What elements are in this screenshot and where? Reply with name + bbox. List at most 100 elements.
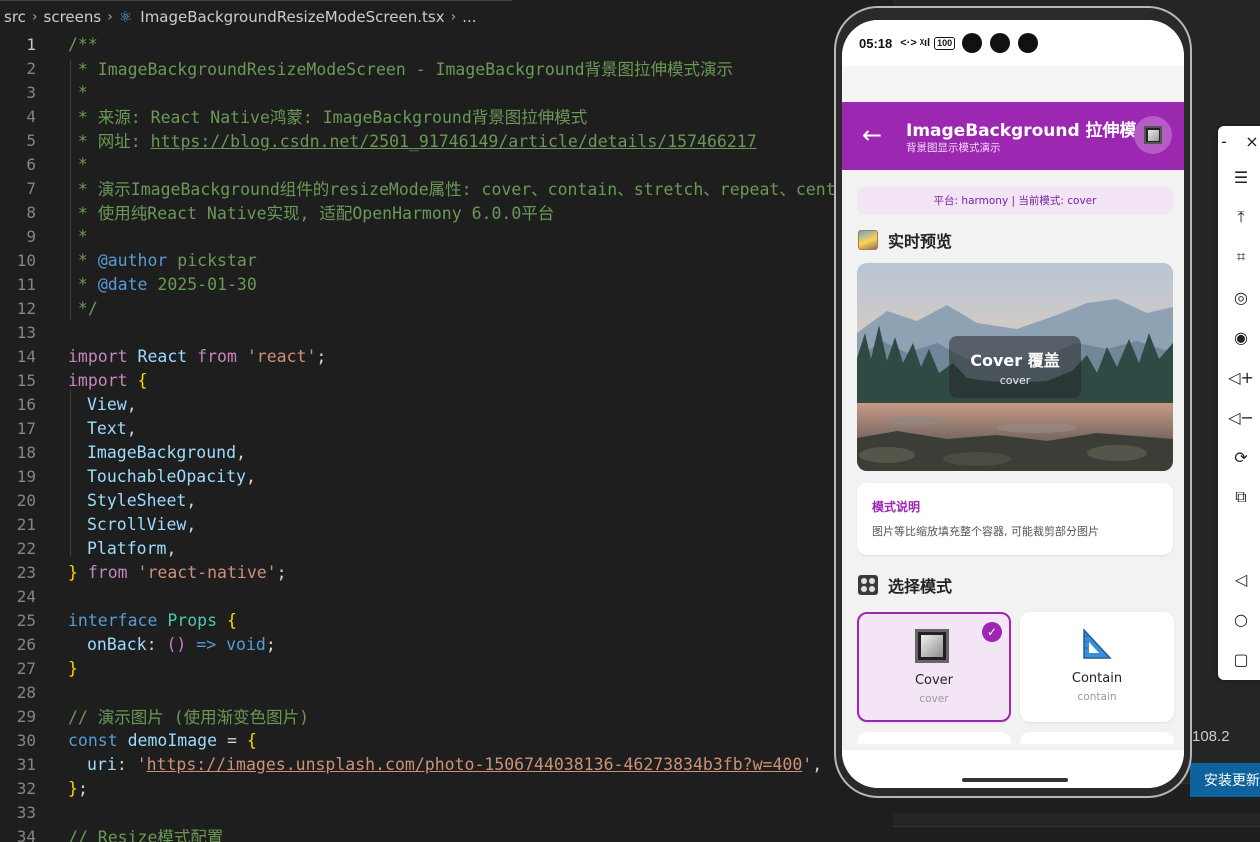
comment-link[interactable]: https://blog.csdn.net/2501_91746149/arti… xyxy=(151,132,757,151)
react-file-icon: ⚛ xyxy=(118,8,133,26)
status-bar: 05:18 <·> ᵡıl 100 xyxy=(842,20,1184,66)
triangular-ruler-icon xyxy=(1083,628,1112,659)
check-icon: ✓ xyxy=(982,622,1002,642)
code-line: 12 */ xyxy=(0,296,840,320)
code-line: 4 * 来源: React Native鸿蒙: ImageBackground背… xyxy=(0,104,840,128)
line-number: 20 xyxy=(16,490,36,510)
pin-top-icon[interactable]: ⤒ xyxy=(1218,202,1260,232)
code-line: 25 interface Props { xyxy=(0,608,840,632)
mode-card-cover[interactable]: ✓ Cover cover xyxy=(857,612,1011,722)
home-indicator[interactable] xyxy=(962,778,1068,782)
code-line: 31 uri: 'https://images.unsplash.com/phot… xyxy=(0,752,840,776)
code-line: 9 * xyxy=(0,224,840,248)
code-line: 11 * @date 2025-01-30 xyxy=(0,272,840,296)
line-number: 14 xyxy=(16,346,36,366)
line-number: 29 xyxy=(16,706,36,726)
close-button[interactable]: × xyxy=(1240,126,1260,156)
arrow: => xyxy=(186,634,227,654)
install-update-button[interactable]: 安装更新 xyxy=(1190,763,1260,797)
preview-section-title: 实时预览 xyxy=(888,232,953,251)
code-line: 34 // Resize模式配置 xyxy=(0,824,840,842)
punct: : xyxy=(116,754,137,774)
volume-up-icon[interactable]: ◁+ xyxy=(1218,362,1260,392)
line-number: 26 xyxy=(16,634,36,654)
string: 'react' xyxy=(236,346,317,366)
chevron-right-icon: › xyxy=(31,9,38,25)
identifier: ScrollView xyxy=(87,514,187,534)
brace: } xyxy=(68,778,78,798)
phone-screen[interactable]: 05:18 <·> ᵡıl 100 ← ImageBackground 拉伸模式… xyxy=(842,20,1184,788)
safe-area-strip xyxy=(842,66,1184,102)
code-line: 21 ScrollView, xyxy=(0,512,840,536)
punct: , xyxy=(236,442,246,462)
recent-apps-icon[interactable]: ▢ xyxy=(1218,644,1260,674)
string: ' xyxy=(802,754,813,774)
punct: , xyxy=(126,418,137,438)
screenshot-icon[interactable]: ⧉ xyxy=(1218,482,1260,512)
menu-icon[interactable]: ☰ xyxy=(1218,162,1260,192)
location-icon[interactable]: ◎ xyxy=(1218,282,1260,312)
breadcrumb-file[interactable]: ImageBackgroundResizeModeScreen.tsx xyxy=(140,8,444,26)
punct: : xyxy=(146,634,167,654)
header-badge xyxy=(1134,116,1172,154)
line-text: * xyxy=(68,154,88,174)
volume-down-icon[interactable]: ◁− xyxy=(1218,402,1260,432)
line-number: 10 xyxy=(16,250,36,270)
home-nav-icon[interactable]: ○ xyxy=(1218,604,1260,634)
line-number: 31 xyxy=(16,754,36,774)
code-line: 3 * xyxy=(0,80,840,104)
code-line: 15 import { xyxy=(0,368,840,392)
mode-card-peek[interactable] xyxy=(857,732,1011,744)
identifier: Text xyxy=(87,418,127,438)
code-line: 20 StyleSheet, xyxy=(0,488,840,512)
line-number: 27 xyxy=(16,658,36,678)
line-number: 6 xyxy=(26,154,36,174)
mode-value: contain xyxy=(1077,691,1117,703)
string: ' xyxy=(136,754,147,774)
line-number: 24 xyxy=(16,586,36,606)
code-line: 1 /** xyxy=(0,32,840,56)
breadcrumb-symbol[interactable]: ... xyxy=(462,8,476,26)
line-number: 1 xyxy=(26,34,36,54)
code-line: 26 onBack: () => void; xyxy=(0,632,840,656)
line-number: 30 xyxy=(16,730,36,750)
keyword: import xyxy=(68,346,128,366)
line-number: 19 xyxy=(16,466,36,486)
emulator-toolbar: - × ☰ ⤒ ⌗ ◎ ◉ ◁+ ◁− ⟳ ⧉ ◁ ○ ▢ xyxy=(1218,126,1260,680)
line-number: 25 xyxy=(16,610,36,630)
string-link[interactable]: https://images.unsplash.com/photo-150674… xyxy=(147,755,803,774)
breadcrumb-src[interactable]: src xyxy=(4,8,26,26)
chevron-right-icon: › xyxy=(450,9,457,25)
status-time: 05:18 xyxy=(859,35,893,51)
line-number: 21 xyxy=(16,514,36,534)
rotate-icon[interactable]: ⟳ xyxy=(1218,442,1260,472)
mode-card-contain[interactable]: Contain contain xyxy=(1020,612,1174,722)
code-line: 22 Platform, xyxy=(0,536,840,560)
code-editor[interactable]: 1 /** 2 * ImageBackgroundResizeModeScreen… xyxy=(0,32,840,842)
overlay-subtitle: cover xyxy=(999,374,1031,387)
breadcrumb-screens[interactable]: screens xyxy=(44,8,102,26)
preview-overlay: Cover 覆盖 cover xyxy=(949,336,1081,398)
minimize-button[interactable]: - xyxy=(1212,126,1236,156)
code-line: 8 * 使用纯React Native实现, 适配OpenHarmony 6.0… xyxy=(0,200,840,224)
line-text: * xyxy=(68,226,88,246)
code-line: 13 xyxy=(0,320,840,344)
identifier: Platform xyxy=(87,538,167,558)
code-line: 7 * 演示ImageBackground组件的resizeMode属性: co… xyxy=(0,176,840,200)
identifier: onBack xyxy=(87,634,147,654)
back-arrow-icon[interactable]: ← xyxy=(862,121,882,149)
mode-card-peek[interactable] xyxy=(1020,732,1174,744)
line-text: */ xyxy=(68,298,98,318)
screen-record-icon[interactable]: ◉ xyxy=(1218,322,1260,352)
back-nav-icon[interactable]: ◁ xyxy=(1218,564,1260,594)
brace: } xyxy=(68,562,78,582)
crop-icon[interactable]: ⌗ xyxy=(1218,242,1260,272)
line-number: 15 xyxy=(16,370,36,390)
identifier: React xyxy=(127,346,198,366)
line-number: 7 xyxy=(26,178,36,198)
identifier: demoImage xyxy=(117,730,218,750)
code-line: 27} xyxy=(0,656,840,680)
code-line: 18 ImageBackground, xyxy=(0,440,840,464)
line-number: 5 xyxy=(26,130,36,150)
keyword: from xyxy=(77,562,128,582)
